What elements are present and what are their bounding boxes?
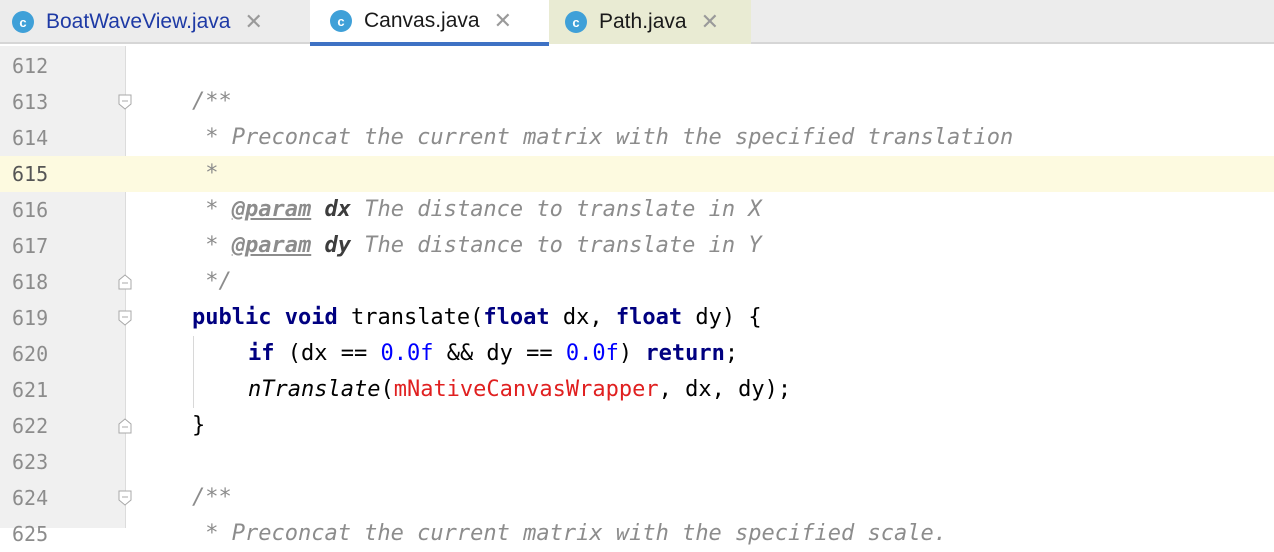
code-line-616: * @param dx The distance to translate in… [192,192,762,228]
code-text: && dy == [433,341,566,366]
number-literal: 0.0f [380,341,434,366]
line-number-current: 615 [12,162,49,186]
code-text: ) [618,341,646,366]
code-line-625: * Preconcat the current matrix with the … [192,521,947,546]
javadoc-param-name: dy [324,233,351,258]
code-line-618: */ [192,269,232,294]
code-editor[interactable]: 612 613 614 615 616 617 618 619 620 621 … [0,46,1274,546]
line-number: 614 [12,126,49,150]
line-number: 620 [12,342,49,366]
line-number: 621 [12,378,49,402]
editor-tab-bar: c BoatWaveView.java ✕ c Canvas.java ✕ c … [0,0,1274,46]
line-number: 617 [12,234,49,258]
class-icon: c [565,11,587,33]
indent-guide [193,336,194,408]
line-number: 613 [12,90,49,114]
fold-collapse-icon[interactable] [118,310,132,326]
code-text: , dx, dy); [658,377,792,402]
line-number: 612 [12,54,49,78]
javadoc-param-name: dx [324,197,351,222]
class-icon: c [330,10,352,32]
code-text: dy) { [682,305,762,330]
javadoc-tag: @param [231,233,312,258]
code-text: translate( [337,305,484,330]
tab-label: Path.java [599,10,687,33]
doc-text: * [192,197,232,222]
close-icon[interactable]: ✕ [494,9,512,34]
code-text: ; [724,341,739,366]
code-line-621: nTranslate(mNativeCanvasWrapper, dx, dy)… [248,372,791,408]
code-line-620: if (dx == 0.0f && dy == 0.0f) return; [248,336,738,372]
tab-label: BoatWaveView.java [46,10,231,33]
code-line-619: public void translate(float dx, float dy… [192,300,762,336]
tab-canvas[interactable]: c Canvas.java ✕ [310,0,549,46]
code-line-613: /** [192,89,232,114]
line-number: 623 [12,450,49,474]
keyword: float [615,305,683,330]
fold-end-icon[interactable] [118,274,132,290]
line-number: 619 [12,306,49,330]
keyword: void [284,305,338,330]
keyword: return [645,341,725,366]
fold-collapse-icon[interactable] [118,94,132,110]
class-icon: c [12,11,34,33]
code-text: dx, [549,305,616,330]
fold-collapse-icon[interactable] [118,490,132,506]
field-reference: mNativeCanvasWrapper [393,377,659,402]
javadoc-tag: @param [231,197,312,222]
close-icon[interactable]: ✕ [701,10,719,35]
code-line-614: * Preconcat the current matrix with the … [192,125,1014,150]
code-text: (dx == [274,341,381,366]
fold-end-icon[interactable] [118,418,132,434]
code-line-617: * @param dy The distance to translate in… [192,228,762,264]
line-number: 625 [12,522,49,546]
method-call: nTranslate [248,377,381,402]
close-icon[interactable]: ✕ [244,10,262,35]
keyword: public [192,305,272,330]
code-line-615: * [192,161,219,186]
code-text: ( [380,377,394,402]
number-literal: 0.0f [565,341,619,366]
tab-label: Canvas.java [364,9,480,32]
tab-path[interactable]: c Path.java ✕ [549,0,751,44]
line-number: 622 [12,414,49,438]
line-number: 618 [12,270,49,294]
line-number: 624 [12,486,49,510]
keyword: float [483,305,550,330]
line-number: 616 [12,198,49,222]
keyword: if [248,341,275,366]
code-line-622: } [192,413,206,438]
doc-text: * [192,233,232,258]
doc-text: The distance to translate in X [350,197,762,222]
code-line-624: /** [192,485,232,510]
doc-text: The distance to translate in Y [350,233,762,258]
tab-boatwaveview[interactable]: c BoatWaveView.java ✕ [0,0,310,44]
